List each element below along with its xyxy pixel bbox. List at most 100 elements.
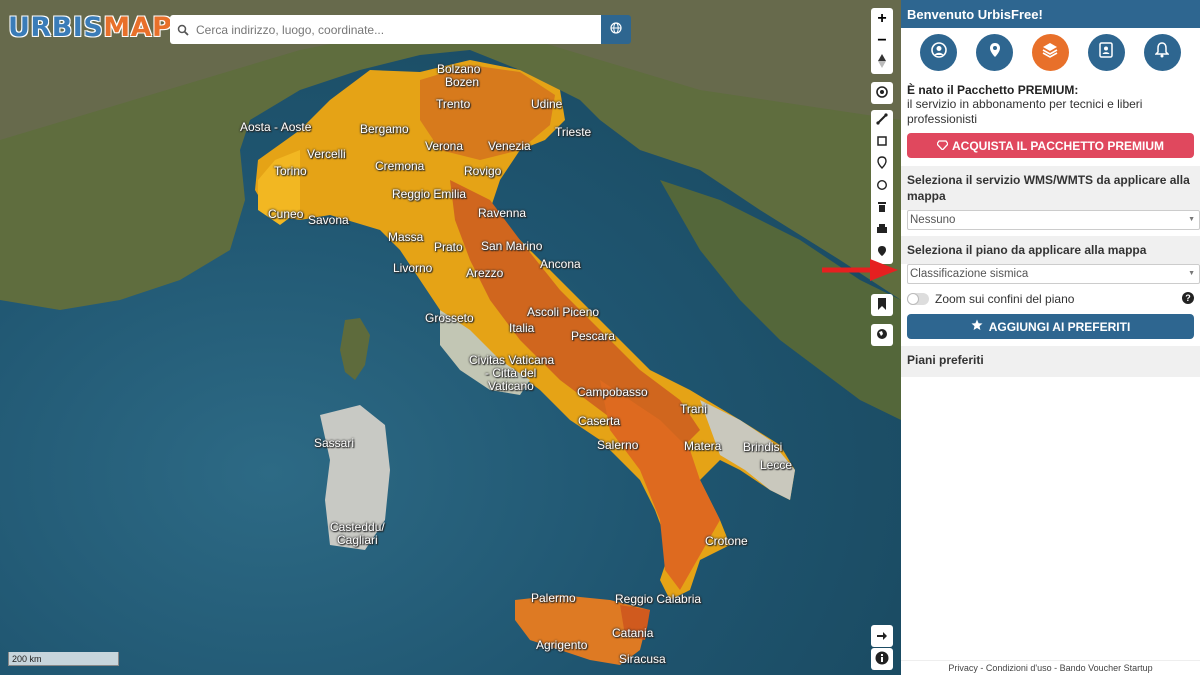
city-label: Crotone — [705, 534, 748, 548]
measure-line-button[interactable] — [871, 110, 893, 132]
city-label: Bolzano — [437, 62, 481, 76]
city-label: Ascoli Piceno — [527, 305, 600, 319]
marker-button[interactable] — [871, 154, 893, 176]
add-favorites-button[interactable]: AGGIUNGI AI PREFERITI — [907, 314, 1194, 339]
city-label: Palermo — [531, 591, 576, 605]
city-label: - Città del — [485, 366, 537, 380]
city-label: Cremona — [375, 159, 425, 173]
marker-icon — [877, 156, 887, 174]
city-label: Bergamo — [360, 122, 409, 136]
polygon-icon — [876, 134, 888, 152]
city-label: Massa — [388, 230, 424, 244]
tab-layers[interactable] — [1031, 33, 1069, 71]
panel-footer[interactable]: Privacy - Condizioni d'uso - Bando Vouch… — [901, 660, 1200, 675]
search-bar — [170, 15, 601, 44]
bell-icon — [1154, 41, 1170, 63]
zoom-in-button[interactable]: + — [871, 8, 893, 30]
info-button[interactable] — [871, 648, 893, 670]
city-label: Matera — [684, 439, 722, 453]
city-label: Lecce — [760, 458, 793, 472]
zoom-controls: + − — [871, 8, 893, 74]
logo-part-2: MAP — [103, 12, 173, 43]
city-label: Salerno — [597, 438, 639, 452]
city-label: Savona — [308, 213, 349, 227]
city-label: Aosta - Aoste — [240, 120, 312, 134]
arrow-right-icon — [876, 628, 888, 644]
basemap-button[interactable] — [871, 324, 893, 346]
minus-icon: − — [877, 32, 887, 49]
north-button[interactable] — [871, 52, 893, 74]
city-label: Cuneo — [268, 207, 304, 221]
tab-contacts[interactable] — [1087, 33, 1125, 71]
print-button[interactable] — [871, 220, 893, 242]
city-label: Cagliari — [337, 533, 378, 547]
city-label: Vaticano — [488, 379, 534, 393]
city-label: Pescara — [571, 329, 616, 343]
city-label: Trani — [680, 402, 707, 416]
city-label: Grosseto — [425, 311, 474, 325]
city-label: Campobasso — [577, 385, 648, 399]
city-label: Bozen — [445, 75, 480, 89]
wms-select[interactable]: Nessuno ▼ — [907, 210, 1200, 230]
diamond-icon — [936, 139, 949, 153]
earth-icon — [876, 327, 888, 343]
circle-icon — [876, 178, 888, 196]
help-icon[interactable]: ? — [1182, 292, 1194, 304]
search-input[interactable] — [196, 22, 601, 37]
zoom-bounds-toggle[interactable] — [907, 293, 929, 305]
city-label: Verona — [425, 139, 464, 153]
zoom-bounds-row: Zoom sui confini del piano ? — [901, 284, 1200, 306]
buy-premium-label: ACQUISTA IL PACCHETTO PREMIUM — [951, 138, 1164, 153]
promo-title: È nato il Pacchetto PREMIUM: — [907, 83, 1079, 97]
urbismap-logo[interactable]: URBISMAP — [8, 12, 172, 43]
city-label: Casteddu/ — [330, 520, 385, 534]
caret-down-icon: ▼ — [1188, 216, 1195, 223]
address-book-icon — [1099, 41, 1114, 63]
city-label: Livorno — [393, 261, 433, 275]
map-scale: 200 km — [8, 652, 119, 666]
circle-button[interactable] — [871, 176, 893, 198]
bookmark-icon — [877, 297, 887, 313]
tab-notifications[interactable] — [1143, 33, 1181, 71]
compass-icon — [878, 53, 886, 73]
city-label: Udine — [531, 97, 563, 111]
side-panel: Benvenuto UrbisFree! È nato il Pacchetto… — [901, 0, 1200, 675]
city-label: Catania — [612, 626, 654, 640]
zoom-out-button[interactable]: − — [871, 30, 893, 52]
tab-locations[interactable] — [976, 33, 1014, 71]
globe-icon — [610, 21, 622, 39]
layers-icon — [1042, 42, 1058, 63]
city-label: Torino — [274, 164, 307, 178]
city-label: Ravenna — [478, 206, 527, 220]
plan-select[interactable]: Classificazione sismica ▼ — [907, 264, 1200, 284]
location-icon — [989, 42, 1001, 63]
city-label: Ancona — [540, 257, 581, 271]
city-label: Siracusa — [619, 652, 666, 666]
tab-profile[interactable] — [920, 33, 958, 71]
delete-button[interactable] — [871, 198, 893, 220]
user-icon — [931, 41, 947, 63]
ruler-line-icon — [876, 112, 888, 130]
red-arrow-annotation — [820, 256, 900, 289]
city-label: Brindisi — [743, 440, 783, 454]
trash-icon — [877, 200, 887, 218]
city-label: Trieste — [555, 125, 592, 139]
city-label: Agrigento — [536, 638, 588, 652]
city-label: Sassari — [314, 436, 355, 450]
crosshair-icon — [875, 85, 889, 102]
measure-area-button[interactable] — [871, 132, 893, 154]
city-label: Reggio Emilia — [392, 187, 467, 201]
locate-button[interactable] — [871, 82, 893, 104]
logo-part-1: URBIS — [8, 12, 104, 43]
globe-button[interactable] — [601, 15, 631, 44]
city-label: San Marino — [481, 239, 543, 253]
buy-premium-button[interactable]: ACQUISTA IL PACCHETTO PREMIUM — [907, 133, 1194, 158]
panel-tabs — [901, 28, 1200, 76]
bookmark-button[interactable] — [871, 294, 893, 316]
print-icon — [876, 222, 888, 240]
wms-section-label: Seleziona il servizio WMS/WMTS da applic… — [901, 166, 1200, 210]
collapse-panel-button[interactable] — [871, 625, 893, 647]
city-label: Civitas Vaticana — [469, 353, 555, 367]
premium-promo: È nato il Pacchetto PREMIUM: il servizio… — [901, 76, 1200, 127]
star-icon — [971, 319, 983, 334]
